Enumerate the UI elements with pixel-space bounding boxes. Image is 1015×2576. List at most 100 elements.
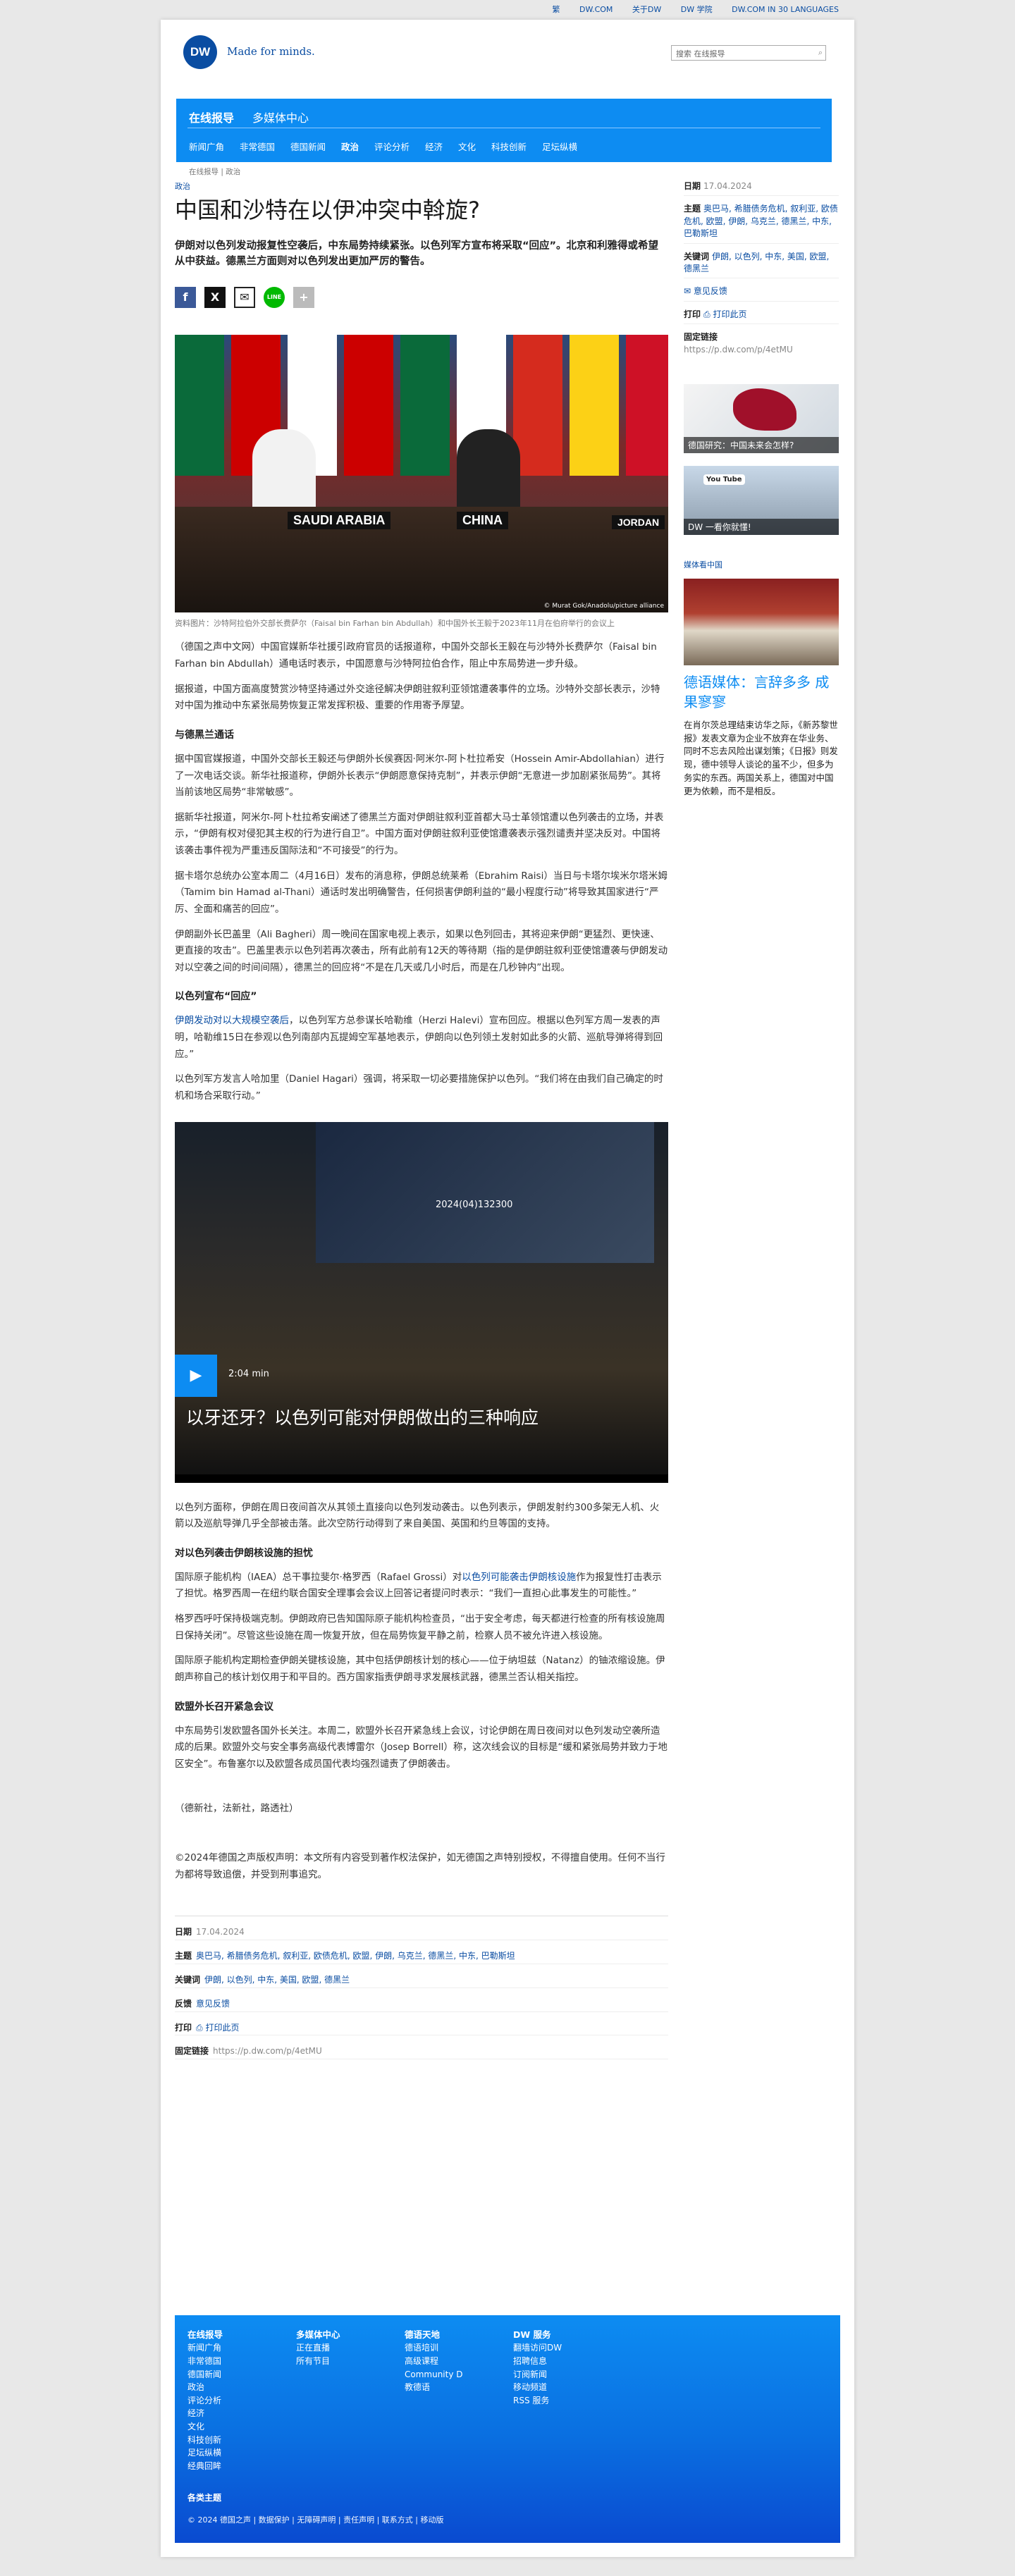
topbar-link-traditional[interactable]: 繁 [553,5,560,14]
article-kicker[interactable]: 政治 [175,180,668,192]
copyright-note: ©2024年德国之声版权声明：本文所有内容受到著作权法保护，如无德国之声特别授权… [175,1852,665,1880]
footer-col-title[interactable]: DW 服务 [513,2328,562,2341]
footer-link[interactable]: 正在直播 [296,2341,340,2355]
footer-col-reports: 在线报导 新闻广角 非常德国 德国新闻 政治 评论分析 经济 文化 科技创新 足… [187,2328,223,2472]
side-permalink[interactable]: https://p.dw.com/p/4etMU [684,345,793,355]
meta-keywords[interactable]: 伊朗, 以色列, 中东, 美国, 欧盟, 德黑兰 [204,1975,350,1985]
more-share-icon[interactable]: + [293,286,314,308]
promo-china-future[interactable]: 德国研究：中国未来会怎样? [684,383,839,453]
topbar-link-dwcom[interactable]: DW.COM [579,5,613,14]
footer-col-german: 德语天地 德语培训 高级课程 Community D 教德语 [405,2328,463,2394]
email-icon[interactable]: ✉ [234,286,255,308]
nav-item-economy[interactable]: 经济 [425,142,443,152]
side-topics[interactable]: 奥巴马, 希腊债务危机, 叙利亚, 欧债危机, 欧盟, 伊朗, 乌克兰, 德黑兰… [684,204,838,238]
footer-col-title[interactable]: 德语天地 [405,2328,463,2341]
play-button[interactable]: ▶ [175,1354,217,1397]
permalink[interactable]: https://p.dw.com/p/4etMU [213,2046,322,2056]
breadcrumb[interactable]: 在线报导 | 政治 [189,166,854,178]
footer-link[interactable]: 订阅新闻 [513,2368,562,2381]
meta-date: 17.04.2024 [196,1927,245,1937]
nav-item-analysis[interactable]: 评论分析 [374,142,410,152]
side-print-link[interactable]: ⎙ 打印此页 [703,309,746,319]
meta-topics[interactable]: 奥巴马, 希腊债务危机, 叙利亚, 欧债危机, 欧盟, 伊朗, 乌克兰, 德黑兰… [196,1951,515,1961]
footer-link[interactable]: 德语培训 [405,2341,463,2355]
footer-link[interactable]: 文化 [187,2420,223,2434]
conference-table [175,506,668,612]
footer-link[interactable]: 科技创新 [187,2434,223,2447]
footer-link[interactable]: 教德语 [405,2381,463,2394]
meta-label: 反馈 [175,1998,192,2009]
footer-link[interactable]: 经典回眸 [187,2460,223,2473]
footer-link[interactable]: 非常德国 [187,2355,223,2368]
nav-items: 新闻广角 非常德国 德国新闻 政治 评论分析 经济 文化 科技创新 足坛纵横 [189,140,590,153]
paragraph: 中东局势引发欧盟各国外长关注。本周二，欧盟外长召开紧急线上会议，讨论伊朗在周日夜… [175,1725,668,1770]
footer-col-title[interactable]: 多媒体中心 [296,2328,340,2341]
nav-item-politics[interactable]: 政治 [341,142,359,152]
tab-online-reports[interactable]: 在线报导 [189,109,234,125]
meta-label: 打印 [175,2022,192,2033]
nav-item-german-news[interactable]: 德国新闻 [290,142,326,152]
footer-legal[interactable]: © 2024 德国之声 | 数据保护 | 无障碍声明 | 责任声明 | 联系方式… [187,2514,443,2525]
article-meta: 日期 17.04.2024 主题 奥巴马, 希腊债务危机, 叙利亚, 欧债危机, 欧… [175,1916,668,2060]
teaser-text: 在肖尔茨总理结束访华之际，《新苏黎世报》发表文章为企业不放弃在华业务、同时不忘去… [684,719,838,796]
tab-media-center[interactable]: 多媒体中心 [252,109,309,125]
nav-item-culture[interactable]: 文化 [458,142,476,152]
inline-link[interactable]: 以色列可能袭击伊朗核设施 [462,1572,576,1583]
site-header: DW Made for minds. 搜索 在线报导 ⌕ [161,20,854,76]
nav-item-germany[interactable]: 非常德国 [240,142,275,152]
topbar-link-languages[interactable]: DW.COM IN 30 LANGUAGES [732,5,839,14]
video-title[interactable]: 以牙还牙？以色列可能对伊朗做出的三种响应 [186,1407,609,1430]
topbar-link-about[interactable]: 关于DW [632,5,661,14]
dw-logo[interactable]: DW [183,35,217,69]
search-placeholder: 搜索 在线报导 [676,49,725,58]
meta-label: 打印 [684,309,701,319]
footer-link[interactable]: RSS 服务 [513,2394,562,2408]
footer-col-title[interactable]: 在线报导 [187,2328,223,2341]
video-player[interactable]: 2024(04)132300 ▶ 2:04 min 以牙还牙？以色列可能对伊朗做… [175,1121,668,1483]
promo-youtube[interactable]: You Tube DW 一看你就懂! [684,465,839,535]
footer-link[interactable]: 德国新闻 [187,2368,223,2381]
line-icon[interactable]: LINE [264,286,285,308]
footer-link[interactable]: 新闻广角 [187,2341,223,2355]
footer-link[interactable]: 高级课程 [405,2355,463,2368]
paragraph: 国际原子能机构定期检查伊朗关键核设施，其中包括伊朗核计划的核心——位于纳坦兹（N… [175,1655,665,1683]
print-icon: ⎙ [196,2022,206,2033]
paragraph: 国际原子能机构（IAEA）总干事拉斐尔·格罗西（Rafael Grossi）对以… [175,1570,668,1603]
footer-link[interactable]: 评论分析 [187,2394,223,2408]
flag-decor [400,334,450,476]
x-icon[interactable]: X [204,286,226,308]
footer-link[interactable]: 足坛纵横 [187,2446,223,2460]
paragraph: 据卡塔尔总统办公室本周二（4月16日）发布的消息称，伊朗总统莱希（Ebrahim… [175,870,668,915]
image-copyright: © Murat Gok/Anadolu/picture alliance [543,602,664,610]
footer-link[interactable]: 移动频道 [513,2381,562,2394]
video-screen-decor: 2024(04)132300 [316,1121,654,1263]
inline-link[interactable]: 伊朗发动对以大规模空袭后 [175,1015,289,1026]
facebook-icon[interactable]: f [175,286,196,308]
feedback-link[interactable]: 意见反馈 [196,1999,230,2009]
media-section-label[interactable]: 媒体看中国 [684,559,839,570]
topbar-link-academy[interactable]: DW 学院 [681,5,713,14]
article-lead: 伊朗对以色列发动报复性空袭后，中东局势持续紧张。以色列军方宣布将采取“回应”。北… [175,240,659,268]
nav-item-tech[interactable]: 科技创新 [491,142,527,152]
search-input[interactable]: 搜索 在线报导 ⌕ [671,45,826,61]
side-feedback-link[interactable]: ✉ 意见反馈 [684,286,727,296]
paragraph: 以色列方面称，伊朗在周日夜间首次从其领土直接向以色列发动袭击。以色列表示，伊朗发… [175,1501,660,1530]
search-icon[interactable]: ⌕ [818,48,823,58]
nav-item-football[interactable]: 足坛纵横 [542,142,577,152]
feedback-icon: ✉ [684,286,694,297]
nav-item-overview[interactable]: 新闻广角 [189,142,224,152]
footer-link[interactable]: Community D [405,2368,463,2381]
footer-themes-link[interactable]: 各类主题 [187,2491,221,2503]
main-navigation: 在线报导 多媒体中心 新闻广角 非常德国 德国新闻 政治 评论分析 经济 文化 … [176,99,832,162]
footer-link[interactable]: 政治 [187,2381,223,2394]
footer-link[interactable]: 翻墙访问DW [513,2341,562,2355]
footer-link[interactable]: 招聘信息 [513,2355,562,2368]
footer-link[interactable]: 所有节目 [296,2355,340,2368]
subheading: 欧盟外长召开紧急会议 [175,1701,273,1713]
footer-link[interactable]: 经济 [187,2407,223,2420]
print-link[interactable]: ⎙ 打印此页 [196,2023,239,2033]
flag-decor [570,334,619,476]
sources-note: （德新社，法新社，路透社） [175,1803,299,1815]
teaser-image[interactable] [684,578,839,665]
teaser-title[interactable]: 德语媒体：言辞多多 成果寥寥 [684,672,839,712]
